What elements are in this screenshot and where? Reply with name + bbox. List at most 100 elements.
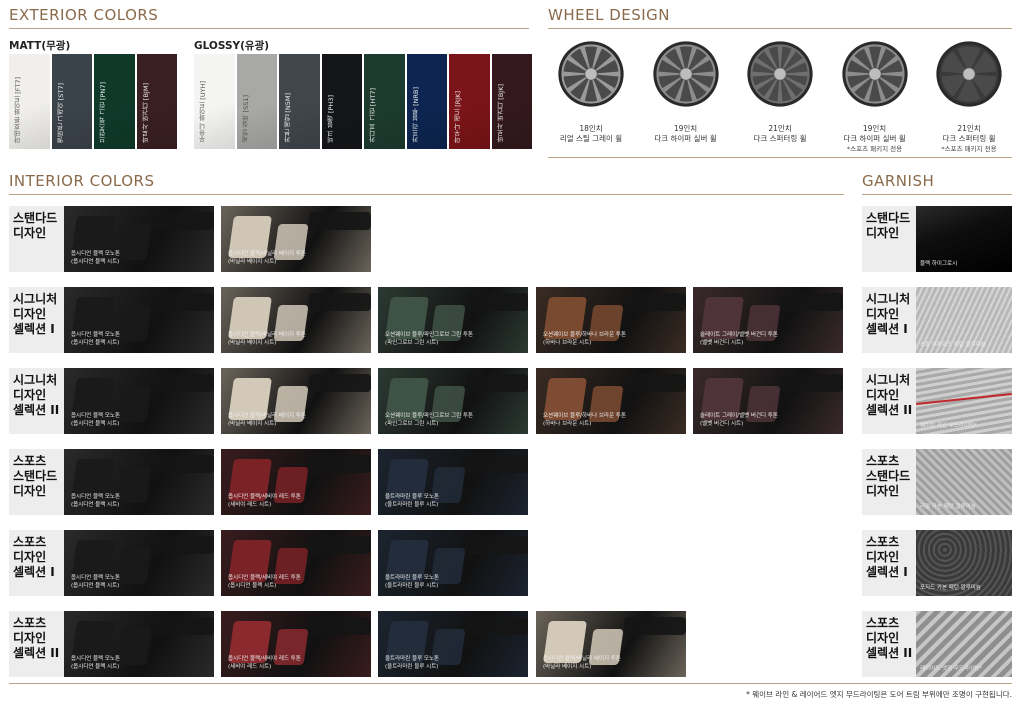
thumbnail-caption: 옵시디언 블랙 모노톤 (옵시디언 블랙 시트)	[71, 656, 120, 671]
exterior-colors-title: EXTERIOR COLORS	[9, 6, 159, 24]
caption-line: 옵시디언 블랙/세비야 레드 투톤	[228, 494, 301, 500]
row-label-line: 디자인	[866, 307, 900, 321]
row-label-line: 셀렉션 II	[13, 403, 60, 417]
interior-color-thumbnail[interactable]: 옵시디언 블랙 모노톤 (옵시디언 블랙 시트)	[64, 449, 214, 515]
dashboard-shape	[152, 617, 214, 635]
interior-color-thumbnail[interactable]: 옵시디언 블랙 모노톤 (옵시디언 블랙 시트)	[64, 287, 214, 353]
caption-line: 슬레이트 그레이/벨벳 버건디 투톤	[700, 413, 778, 419]
caption-line: (옵시디언 블랙 시트)	[71, 582, 120, 589]
garnish-title: GARNISH	[862, 172, 935, 190]
color-swatch[interactable]: 멜버른 그레이 [ST7]	[51, 54, 92, 149]
garnish-thumbnail[interactable]: 스핀 브러쉬드 패턴 알루미늄	[916, 287, 1012, 353]
color-swatch[interactable]: 바로사 버건디 [BJK]	[491, 54, 532, 149]
caption-line: 옵시디언 블랙 모노톤	[71, 413, 121, 419]
thumbnail-caption: 스핀 브러쉬드 패턴 알루미늄	[920, 342, 986, 348]
interior-color-thumbnail[interactable]: 오션웨이브 블루/하바나 브라운 투톤 (하바나 브라운 시트)	[536, 287, 686, 353]
thumbnail-caption: 슬레이트 그레이/벨벳 버건디 투톤 (벨벳 버건디 시트)	[700, 332, 778, 347]
caption-line: (하바나 브라운 시트)	[543, 420, 592, 427]
garnish-thumbnail[interactable]: 리얼 카본 패턴 알루미늄	[916, 449, 1012, 515]
thumbnail-caption: 오션웨이브 블루/하바나 브라운 투톤 (하바나 브라운 시트)	[543, 413, 626, 428]
color-swatch[interactable]: 카본 메탈 [N5M]	[279, 54, 320, 149]
swatch-label: 카본 메탈 [N5M]	[284, 93, 292, 143]
garnish-row-label: 스탠다드 디자인	[862, 206, 916, 272]
wheel-option[interactable]: 18인치 리얼 스틸 그레이 휠	[548, 36, 634, 156]
interior-color-thumbnail[interactable]: 옵시디언 블랙/바닐라 베이지 투톤 (바닐라 베이지 시트)	[221, 287, 371, 353]
color-swatch[interactable]: 브런즈윅 그린 [PN7]	[94, 54, 135, 149]
row-label-line: 시그니처	[13, 373, 58, 387]
interior-color-thumbnail[interactable]: 옵시디언 블랙/바닐라 베이지 투톤 (바닐라 베이지 시트)	[536, 611, 686, 677]
thumbnail-caption: 울트라마린 블루 모노톤 (울트라마린 블루 시트)	[385, 656, 439, 671]
red-light-line	[916, 392, 1012, 406]
interior-row-label: 시그니처 디자인 셀렉션 II	[9, 368, 64, 434]
dashboard-shape	[466, 455, 528, 473]
interior-color-thumbnail[interactable]: 슬레이트 그레이/벨벳 버건디 투톤 (벨벳 버건디 시트)	[693, 368, 843, 434]
thumbnail-caption: 웨이브 라인 무드라이팅*	[920, 423, 977, 429]
dashboard-shape	[309, 212, 371, 230]
interior-color-thumbnail[interactable]: 울트라마린 블루 모노톤 (울트라마린 블루 시트)	[378, 449, 528, 515]
color-swatch[interactable]: 마우나 레드 [RJK]	[449, 54, 490, 149]
wheel-icon	[935, 36, 1003, 112]
interior-color-thumbnail[interactable]: 옵시디언 블랙 모노톤 (옵시디언 블랙 시트)	[64, 530, 214, 596]
wheel-option[interactable]: 19인치 다크 하이퍼 실버 휠 *스포츠 패키지 전용	[832, 36, 918, 156]
wheel-option[interactable]: 21인치 다크 스퍼터링 휠	[737, 36, 823, 156]
wheel-option[interactable]: 21인치 다크 스퍼터링 휠 *스포츠 패키지 전용	[926, 36, 1012, 156]
interior-color-thumbnail[interactable]: 옵시디언 블랙 모노톤 (옵시디언 블랙 시트)	[64, 368, 214, 434]
interior-color-thumbnail[interactable]: 옵시디언 블랙/세비야 레드 투톤 (옵시디언 블랙 시트)	[221, 530, 371, 596]
row-label-line: 스탠다드	[866, 469, 911, 483]
wheel-name: 리얼 스틸 그레이 휠	[559, 134, 623, 143]
wheel-size: 19인치	[673, 124, 698, 133]
wheel-name: 다크 하이퍼 실버 휠	[654, 134, 717, 143]
thumbnail-caption: 포지드 카본 패턴 알루미늄	[920, 585, 981, 591]
color-swatch[interactable]: 세빌 실버 [SS1]	[236, 54, 277, 149]
matt-swatch-list: 마테호른 화이트 [FT7] 멜버른 그레이 [ST7] 브런즈윅 그린 [PN7]…	[9, 54, 177, 149]
interior-row-label: 스포츠 스탠다드 디자인	[9, 449, 64, 515]
caption-line: 옵시디언 블랙 모노톤	[71, 656, 121, 662]
caption-line: 옵시디언 블랙 모노톤	[71, 494, 121, 500]
interior-color-thumbnail[interactable]: 옵시디언 블랙/세비야 레드 투톤 (세비야 레드 시트)	[221, 449, 371, 515]
row-label-line: 스포츠	[866, 616, 900, 630]
thumbnail-caption: 옵시디언 블랙 모노톤 (옵시디언 블랙 시트)	[71, 413, 120, 428]
caption-line: (벨벳 버건디 시트)	[700, 420, 744, 427]
wheel-option[interactable]: 19인치 다크 하이퍼 실버 휠	[643, 36, 729, 156]
row-label-line: 디자인	[13, 631, 47, 645]
garnish-thumbnail[interactable]: 레이어드 엣지 무드라이팅*	[916, 611, 1012, 677]
color-swatch[interactable]: 바로사 버건디 [BJM]	[136, 54, 177, 149]
thumbnail-caption: 옵시디언 블랙 모노톤 (옵시디언 블랙 시트)	[71, 575, 120, 590]
interior-color-thumbnail[interactable]: 울트라마린 블루 모노톤 (울트라마린 블루 시트)	[378, 530, 528, 596]
swatch-label: 세빌 실버 [SS1]	[241, 95, 250, 143]
garnish-thumbnail[interactable]: 포지드 카본 패턴 알루미늄	[916, 530, 1012, 596]
dashboard-shape	[624, 374, 686, 392]
swatch-label: 바로사 버건디 [BJM]	[141, 82, 150, 143]
interior-color-thumbnail[interactable]: 오션웨이브 블루/파인그로브 그린 투톤 (파인그로브 그린 시트)	[378, 368, 528, 434]
color-swatch[interactable]: 비크 블랙 [PH3]	[321, 54, 362, 149]
interior-color-thumbnail[interactable]: 옵시디언 블랙/바닐라 베이지 투톤 (바닐라 베이지 시트)	[221, 206, 371, 272]
dashboard-shape	[466, 617, 528, 635]
interior-color-thumbnail[interactable]: 옵시디언 블랙 모노톤 (옵시디언 블랙 시트)	[64, 206, 214, 272]
garnish-thumbnail[interactable]: 블랙 하이그로시	[916, 206, 1012, 272]
dashboard-shape	[466, 536, 528, 554]
caption-line: (울트라마린 블루 시트)	[385, 582, 439, 589]
interior-color-thumbnail[interactable]: 옵시디언 블랙/세비야 레드 투톤 (세비야 레드 시트)	[221, 611, 371, 677]
color-swatch[interactable]: 카디프 그린 [HT7]	[364, 54, 405, 149]
row-label-line: 디자인	[866, 484, 900, 498]
interior-color-thumbnail[interactable]: 울트라마린 블루 모노톤 (울트라마린 블루 시트)	[378, 611, 528, 677]
row-label-line: 셀렉션 II	[13, 646, 60, 660]
color-swatch[interactable]: 우유니 화이트 [UYH]	[194, 54, 235, 149]
dashboard-shape	[309, 374, 371, 392]
interior-color-thumbnail[interactable]: 옵시디언 블랙/바닐라 베이지 투톤 (바닐라 베이지 시트)	[221, 368, 371, 434]
color-swatch[interactable]: 마테호른 화이트 [FT7]	[9, 54, 50, 149]
interior-color-thumbnail[interactable]: 옵시디언 블랙 모노톤 (옵시디언 블랙 시트)	[64, 611, 214, 677]
dashboard-shape	[309, 293, 371, 311]
wheel-name: 다크 하이퍼 실버 휠	[843, 134, 906, 143]
caption-line: (바닐라 베이지 시트)	[543, 663, 592, 670]
garnish-thumbnail[interactable]: 웨이브 라인 무드라이팅*	[916, 368, 1012, 434]
divider	[9, 194, 844, 195]
interior-color-thumbnail[interactable]: 오션웨이브 블루/파인그로브 그린 투톤 (파인그로브 그린 시트)	[378, 287, 528, 353]
row-label-line: 시그니처	[13, 292, 58, 306]
interior-color-thumbnail[interactable]: 오션웨이브 블루/하바나 브라운 투톤 (하바나 브라운 시트)	[536, 368, 686, 434]
thumbnail-caption: 옵시디언 블랙 모노톤 (옵시디언 블랙 시트)	[71, 332, 120, 347]
row-label-line: 디자인	[866, 631, 900, 645]
interior-color-thumbnail[interactable]: 슬레이트 그레이/벨벳 버건디 투톤 (벨벳 버건디 시트)	[693, 287, 843, 353]
color-swatch[interactable]: 카프리 블루 [NRB]	[406, 54, 447, 149]
row-label-line: 디자인	[13, 550, 47, 564]
